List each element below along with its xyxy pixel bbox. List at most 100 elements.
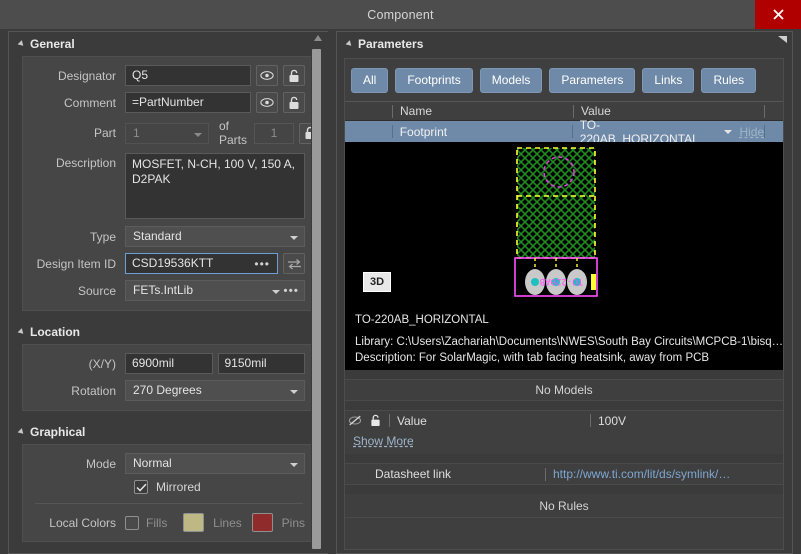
- comment-row: Comment =PartNumber: [33, 92, 305, 113]
- comment-lock-button[interactable]: [283, 92, 305, 113]
- mirrored-label: Mirrored: [156, 480, 201, 494]
- mode-label: Mode: [85, 456, 116, 471]
- datasheet-link-value[interactable]: http://www.ti.com/lit/ds/symlink/…: [546, 467, 730, 481]
- tab-all[interactable]: All: [351, 68, 389, 93]
- footprint-preview[interactable]: TO-220AB 3D TO-220AB_HORIZONTAL Library:…: [345, 142, 783, 370]
- preview-description: Description: For SolarMagic, with tab fa…: [355, 352, 710, 364]
- lines-color-swatch[interactable]: [183, 513, 205, 532]
- value-parameter-value: 100V: [598, 413, 627, 428]
- parameter-filter-tabs: All Footprints Models Parameters Links R…: [345, 59, 783, 101]
- preview-library-path: Library: C:\Users\Zachariah\Documents\NW…: [355, 336, 783, 348]
- description-row: Description MOSFET, N-CH, 100 V, 150 A, …: [33, 153, 305, 219]
- part-select-value: 1: [133, 125, 140, 140]
- tab-rules[interactable]: Rules: [701, 68, 757, 93]
- left-panel-scrollbar[interactable]: [311, 40, 324, 552]
- rotation-select-value: 270 Degrees: [133, 383, 202, 397]
- section-title-parameters: Parameters: [358, 37, 424, 51]
- comment-input[interactable]: =PartNumber: [125, 92, 251, 113]
- design-item-id-swap-button[interactable]: [283, 253, 305, 274]
- footprint-row-name: Footprint: [399, 124, 448, 139]
- value-parameter-row[interactable]: Value 100V: [345, 410, 783, 430]
- mirrored-row: Mirrored: [33, 480, 305, 494]
- description-input[interactable]: MOSFET, N-CH, 100 V, 150 A, D2PAK: [125, 153, 305, 219]
- footprint-hide-link[interactable]: Hide: [739, 125, 764, 139]
- mode-select[interactable]: Normal: [125, 453, 305, 474]
- designator-lock-button[interactable]: [283, 65, 305, 86]
- part-select[interactable]: 1: [125, 122, 209, 144]
- eye-icon: [260, 71, 274, 80]
- graphical-divider: [35, 503, 303, 504]
- footprint-row[interactable]: Footprint TO-220AB_HORIZONTAL Hide: [345, 118, 783, 146]
- mode-row: Mode Normal: [33, 453, 305, 474]
- eye-off-icon: [348, 415, 362, 426]
- chevron-down-icon: [290, 236, 298, 240]
- of-parts-value: 1: [254, 122, 295, 144]
- lines-label: Lines: [213, 515, 242, 530]
- value-lock-toggle[interactable]: [365, 414, 385, 427]
- scroll-up-arrow-icon[interactable]: [314, 35, 322, 41]
- swap-arrows-icon: [287, 258, 301, 269]
- part-label: Part: [93, 126, 116, 140]
- pins-label: Pins: [281, 515, 305, 530]
- of-parts-label: of Parts: [219, 119, 248, 147]
- view-3d-button[interactable]: 3D: [363, 272, 392, 292]
- footprint-artwork-icon: TO-220AB: [514, 147, 598, 297]
- source-browse-button[interactable]: •••: [283, 281, 299, 300]
- type-select[interactable]: Standard: [125, 226, 305, 247]
- section-spacer: [345, 454, 783, 463]
- preview-footprint-name: TO-220AB_HORIZONTAL: [355, 314, 489, 326]
- source-select[interactable]: FETs.IntLib •••: [125, 280, 305, 301]
- section-header-graphical[interactable]: Graphical: [9, 420, 328, 444]
- design-item-id-browse-button[interactable]: •••: [254, 257, 270, 271]
- no-rules-label: No Rules: [345, 494, 783, 518]
- eye-icon: [260, 98, 274, 107]
- left-panel-scrollbar-thumb[interactable]: [312, 49, 321, 549]
- value-visibility-toggle[interactable]: [345, 415, 365, 426]
- window-title: Component: [367, 7, 434, 22]
- fills-checkbox[interactable]: [125, 515, 139, 530]
- footprint-value-dropdown-icon[interactable]: [724, 129, 733, 134]
- designator-input[interactable]: Q5: [125, 65, 251, 86]
- source-select-value: FETs.IntLib: [133, 283, 194, 297]
- column-header-name[interactable]: Name: [393, 104, 573, 118]
- close-button[interactable]: [755, 0, 801, 29]
- rotation-select[interactable]: 270 Degrees: [125, 380, 305, 401]
- section-header-location[interactable]: Location: [9, 320, 328, 344]
- tab-models[interactable]: Models: [479, 68, 543, 93]
- tab-footprints[interactable]: Footprints: [395, 68, 473, 93]
- section-title-graphical: Graphical: [30, 425, 86, 439]
- pins-color-swatch[interactable]: [251, 513, 273, 532]
- column-header-value[interactable]: Value: [574, 104, 764, 118]
- x-input[interactable]: 6900mil: [125, 353, 213, 374]
- xy-row: (X/Y) 6900mil 9150mil: [33, 353, 305, 374]
- y-input[interactable]: 9150mil: [217, 353, 305, 374]
- section-title-general: General: [30, 37, 75, 51]
- type-select-value: Standard: [133, 229, 182, 243]
- collapse-triangle-icon: [17, 40, 26, 48]
- no-models-label: No Models: [345, 379, 783, 401]
- mirrored-checkbox[interactable]: [134, 480, 148, 494]
- svg-text:TO-220AB: TO-220AB: [540, 276, 583, 286]
- column-divider: [764, 125, 766, 138]
- window-titlebar: Component: [0, 0, 801, 29]
- tab-links[interactable]: Links: [642, 68, 695, 93]
- rotation-label: Rotation: [71, 383, 116, 398]
- show-more-link[interactable]: Show More: [353, 434, 414, 448]
- section-header-general[interactable]: General: [9, 32, 328, 56]
- mode-select-value: Normal: [133, 456, 172, 470]
- designator-row: Designator Q5: [33, 65, 305, 86]
- datasheet-link-row[interactable]: Datasheet link http://www.ti.com/lit/ds/…: [345, 463, 783, 485]
- chevron-down-icon: [194, 132, 202, 137]
- section-header-parameters[interactable]: Parameters: [337, 32, 792, 56]
- close-icon: [772, 9, 784, 20]
- design-item-id-label: Design Item ID: [36, 256, 116, 271]
- comment-visibility-button[interactable]: [256, 92, 278, 113]
- section-spacer: [345, 485, 783, 494]
- parameters-content: All Footprints Models Parameters Links R…: [344, 58, 784, 550]
- panel-resize-handle-icon[interactable]: [778, 36, 787, 43]
- collapse-triangle-icon: [17, 328, 26, 336]
- tab-parameters[interactable]: Parameters: [549, 68, 636, 93]
- unlocked-padlock-icon: [289, 96, 299, 109]
- local-colors-label: Local Colors: [49, 515, 116, 530]
- designator-visibility-button[interactable]: [256, 65, 278, 86]
